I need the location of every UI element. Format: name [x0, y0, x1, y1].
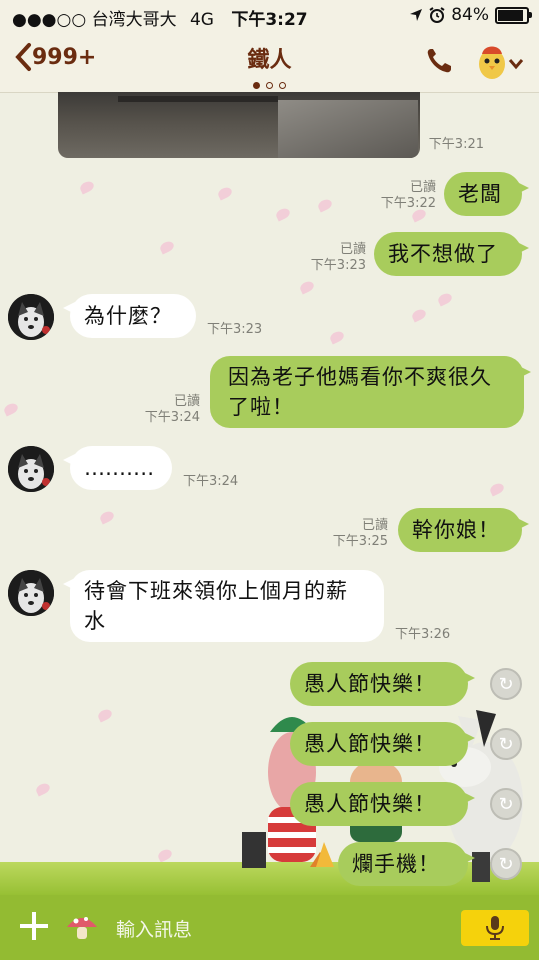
contact-avatar[interactable]: [8, 294, 54, 340]
resend-button[interactable]: ↻: [490, 788, 522, 820]
refresh-icon: ↻: [498, 673, 514, 695]
status-bar: ●●●○○ 台湾大哥大 4G 下午3:27 84%: [0, 0, 539, 30]
battery-percent: 84%: [451, 5, 489, 25]
voice-message-button[interactable]: [461, 910, 529, 946]
location-arrow-icon: [410, 9, 423, 21]
petal-decoration: [98, 509, 116, 525]
photo-detail: [118, 96, 278, 102]
resend-button[interactable]: ↻: [490, 848, 522, 880]
sticker-button[interactable]: [64, 911, 100, 943]
petal-decoration: [96, 707, 114, 723]
photo-detail: [278, 100, 418, 158]
page-indicator: [0, 74, 539, 93]
contact-avatar[interactable]: [8, 570, 54, 616]
message-time: 下午3:25: [332, 534, 388, 549]
chat-area[interactable]: 下午3:21 已讀 下午3:22 老闆 已讀 下午3:23 我不想做了 為什麼？…: [0, 92, 539, 895]
my-message-bubble[interactable]: 愚人節快樂！: [290, 662, 475, 706]
husky-avatar-icon: [8, 570, 54, 616]
petal-decoration: [2, 401, 20, 417]
page-dot: [253, 82, 260, 89]
refresh-icon: ↻: [498, 793, 514, 815]
resend-button[interactable]: ↻: [490, 728, 522, 760]
phone-icon: [427, 49, 451, 73]
my-message-bubble[interactable]: 愚人節快樂！: [290, 722, 475, 766]
message-time: 下午3:21: [428, 137, 484, 152]
my-message-bubble[interactable]: 我不想做了: [374, 232, 529, 276]
petal-decoration: [436, 291, 454, 307]
alarm-clock-icon: [429, 7, 445, 23]
message-meta: 已讀 下午3:22: [360, 180, 436, 212]
message-meta: 已讀 下午3:23: [290, 242, 366, 274]
message-line: 待會下班來領你上個月的薪: [84, 579, 348, 603]
read-receipt: 已讀: [409, 180, 436, 195]
message-time: 下午3:23: [207, 322, 263, 337]
contact-message-bubble[interactable]: 為什麼？: [63, 294, 196, 338]
chevron-down-icon: [508, 59, 524, 70]
petal-decoration: [274, 206, 292, 222]
my-message-bubble[interactable]: 幹你娘！: [398, 508, 529, 552]
petal-decoration: [316, 197, 334, 213]
status-right: 84%: [409, 5, 532, 25]
message-input[interactable]: [114, 915, 438, 945]
my-message-bubble[interactable]: 愚人節快樂！: [290, 782, 475, 826]
my-message-bubble[interactable]: 因為老子他媽看你不爽很久 了啦！: [210, 356, 531, 428]
my-message-bubble[interactable]: 爛手機！: [338, 842, 475, 886]
message-meta: 已讀 下午3:25: [312, 518, 388, 550]
message-time: 下午3:24: [144, 410, 200, 425]
message-input-bar: [0, 895, 539, 960]
petal-decoration: [158, 239, 176, 255]
husky-avatar-icon: [8, 294, 54, 340]
petal-decoration: [156, 847, 174, 863]
message-line: 因為老子他媽看你不爽很久: [228, 365, 492, 389]
contact-message-bubble[interactable]: ‥‥‥‥‥: [63, 446, 172, 490]
page-dot: [279, 82, 286, 89]
husky-avatar-icon: [8, 446, 54, 492]
chat-menu-button[interactable]: [474, 40, 526, 82]
battery-icon: [495, 6, 532, 24]
read-receipt: 已讀: [361, 518, 388, 533]
resend-button[interactable]: ↻: [490, 668, 522, 700]
contact-avatar[interactable]: [8, 446, 54, 492]
my-message-bubble[interactable]: 老闆: [444, 172, 529, 216]
photo-message[interactable]: [58, 92, 420, 158]
petal-decoration: [488, 481, 506, 497]
petal-decoration: [298, 279, 316, 295]
contact-message-bubble[interactable]: 待會下班來領你上個月的薪 水: [63, 570, 384, 642]
refresh-icon: ↻: [498, 853, 514, 875]
petal-decoration: [78, 179, 96, 195]
message-time: 下午3:23: [310, 258, 366, 273]
read-receipt: 已讀: [339, 242, 366, 257]
chat-title[interactable]: 鐵人: [0, 42, 539, 74]
message-line: 了啦！: [228, 395, 294, 419]
call-button[interactable]: [424, 46, 454, 76]
add-attachment-button[interactable]: [18, 910, 50, 942]
microphone-icon: [486, 916, 504, 940]
petal-decoration: [34, 781, 52, 797]
petal-decoration: [328, 329, 346, 345]
message-meta: 已讀 下午3:24: [124, 394, 200, 426]
chick-avatar-icon: [479, 46, 505, 79]
refresh-icon: ↻: [498, 733, 514, 755]
message-time: 下午3:22: [380, 196, 436, 211]
page-dot: [266, 82, 273, 89]
petal-decoration: [216, 185, 234, 201]
petal-decoration: [410, 307, 428, 323]
mushroom-icon: [67, 917, 97, 939]
message-time: 下午3:24: [183, 474, 239, 489]
read-receipt: 已讀: [173, 394, 200, 409]
message-line: 水: [84, 609, 106, 633]
message-time: 下午3:26: [395, 627, 451, 642]
chat-header: 999+ 鐵人: [0, 30, 539, 93]
